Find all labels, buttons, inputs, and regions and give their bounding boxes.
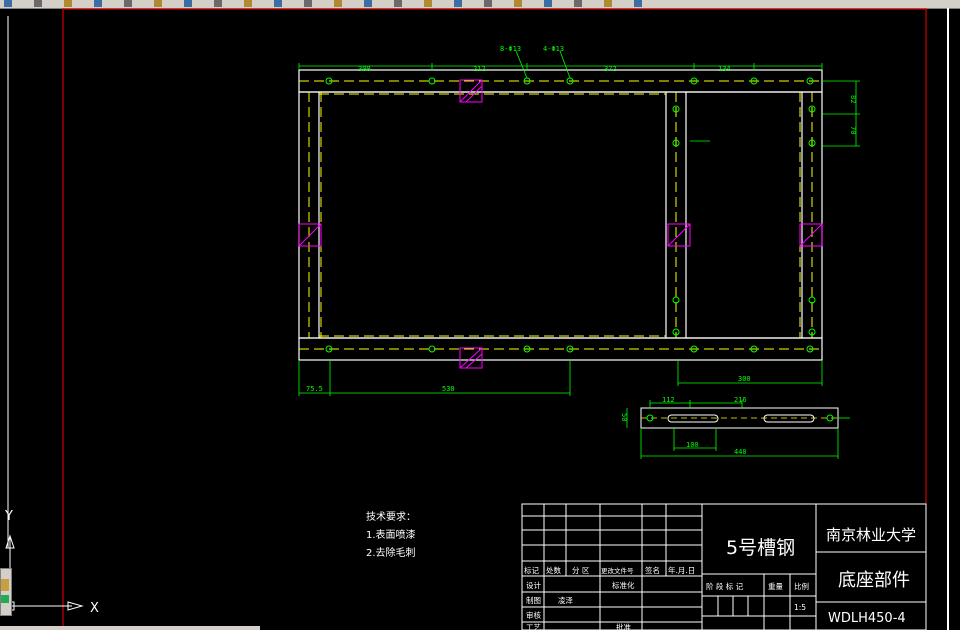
ucs-y-label: Y — [4, 509, 13, 524]
scale-value: 1:5 — [794, 603, 806, 612]
redo-icon[interactable] — [304, 0, 312, 7]
dim-bottom-530: 530 — [442, 385, 455, 393]
detail-dim-216: 216 — [734, 396, 747, 404]
hatched-joints — [298, 79, 823, 369]
main-frame — [298, 69, 823, 361]
match-icon[interactable] — [244, 0, 252, 7]
tech-notes: 技术要求： 1.表面喷漆 2.去除毛刺 — [366, 510, 416, 559]
properties-icon[interactable] — [454, 0, 462, 7]
zoom-window-icon[interactable] — [394, 0, 402, 7]
notes-item-1: 1.表面喷漆 — [366, 528, 416, 541]
undo-icon[interactable] — [274, 0, 282, 7]
hdr-biaoji: 标记 — [524, 565, 539, 575]
print-icon[interactable] — [94, 0, 102, 7]
zoom-previous-icon[interactable] — [424, 0, 432, 7]
hdr-bili: 比例 — [794, 581, 809, 591]
calc-icon[interactable] — [604, 0, 612, 7]
help-icon[interactable] — [634, 0, 642, 7]
status-icon — [1, 595, 9, 603]
side-widget[interactable] — [0, 568, 12, 616]
paste-icon[interactable] — [214, 0, 222, 7]
ucs-icon — [5, 534, 84, 611]
tool-palette-icon[interactable] — [514, 0, 522, 7]
detail-dim-112: 112 — [662, 396, 675, 404]
dim-right-82: 82 — [849, 95, 857, 103]
hdr-chushu: 处数 — [546, 565, 561, 575]
layer-icon — [1, 579, 9, 591]
centerlines — [299, 80, 822, 350]
open-icon[interactable] — [34, 0, 42, 7]
hdr-biaozhunhua: 标准化 — [612, 580, 635, 590]
dim-right-70: 70 — [849, 126, 857, 134]
hdr-shenhe: 审核 — [526, 610, 541, 620]
ucs-x-label: X — [90, 601, 99, 616]
notes-item-2: 2.去除毛刺 — [366, 546, 416, 559]
dim-top-300: 300 — [358, 65, 371, 73]
part-name: 底座部件 — [838, 570, 910, 591]
dim-top-134: 134 — [718, 65, 731, 73]
hdr-pizhun: 批准 — [616, 622, 631, 630]
dimension-labels: 300 212 372 134 8-Φ13 4-Φ13 82 70 75.5 5… — [306, 45, 857, 393]
material-name: 5号槽钢 — [726, 537, 795, 559]
pan-icon[interactable] — [334, 0, 342, 7]
save-icon[interactable] — [64, 0, 72, 7]
cut-icon[interactable] — [154, 0, 162, 7]
zoom-realtime-icon[interactable] — [364, 0, 372, 7]
sheet-set-icon[interactable] — [544, 0, 552, 7]
hdr-zhongliang: 重量 — [768, 582, 783, 591]
hdr-nianyueri: 年.月.日 — [668, 565, 695, 575]
detail-dim-50: 50 — [620, 413, 628, 421]
hdr-fenqu: 分 区 — [572, 566, 590, 575]
detail-plate: 112 216 100 440 50 — [620, 396, 850, 459]
drawing-number: WDLH450-4 — [828, 611, 906, 626]
detail-dim-100: 100 — [686, 441, 699, 449]
copy-icon[interactable] — [184, 0, 192, 7]
dim-bottom-755: 75.5 — [306, 385, 323, 393]
dim-hole-4: 4-Φ13 — [543, 45, 564, 53]
layout-tabs[interactable] — [0, 626, 260, 630]
dim-hole-8: 8-Φ13 — [500, 45, 521, 53]
markup-icon[interactable] — [574, 0, 582, 7]
designer-name: 凌泽 — [558, 595, 573, 605]
design-center-icon[interactable] — [484, 0, 492, 7]
hdr-zhitu: 制图 — [526, 595, 541, 605]
notes-heading: 技术要求： — [366, 510, 416, 523]
dim-top-212: 212 — [473, 65, 486, 73]
hdr-jieduan: 阶 段 标 记 — [706, 581, 744, 591]
holes — [325, 77, 816, 353]
title-block-text: 5号槽钢 南京林业大学 底座部件 WDLH450-4 标记 处数 分 区 更改文… — [524, 526, 916, 630]
hdr-qianming: 签名 — [645, 565, 660, 575]
dim-top-372: 372 — [604, 65, 617, 73]
hdr-gengai: 更改文件号 — [601, 566, 634, 575]
drawing-canvas[interactable]: 300 212 372 134 8-Φ13 4-Φ13 82 70 75.5 5… — [0, 8, 960, 630]
dim-bottom-300: 300 — [738, 375, 751, 383]
preview-icon[interactable] — [124, 0, 132, 7]
dimensions — [298, 50, 860, 396]
detail-dim-440: 440 — [734, 448, 747, 456]
hdr-sheji: 设计 — [526, 580, 541, 590]
hdr-gongyi: 工艺 — [526, 623, 541, 630]
school-name: 南京林业大学 — [826, 526, 916, 544]
new-icon[interactable] — [4, 0, 12, 7]
